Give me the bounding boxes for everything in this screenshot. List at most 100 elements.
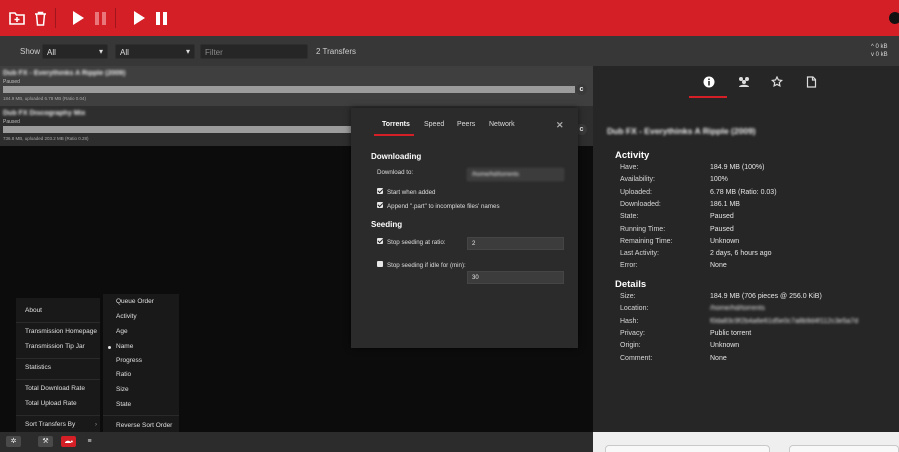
selected-radio-icon [108,346,111,349]
remove-icon[interactable] [33,9,47,27]
append-part-checkbox[interactable] [377,202,383,208]
footer-bar: ✲ ⚒ ≡ [0,432,593,452]
menu-item[interactable]: Transmission Homepage [25,328,97,335]
tracker-filter-select[interactable]: All ▾ [115,44,195,59]
tab-torrents[interactable]: Torrents [382,121,410,128]
activity-label: Have: [620,164,639,171]
torrent-progress-bar [3,86,575,93]
sort-option[interactable]: Progress [116,357,142,364]
chevron-down-icon: ▾ [185,47,190,56]
menu-separator [16,415,100,416]
torrent-title: Dub FX - Everythinks A Ripple (2009) [607,126,756,136]
toolbar [0,0,899,36]
strip-button[interactable] [789,445,899,452]
download-to-input[interactable]: /home/hd/torrents [467,168,564,181]
start-all-icon[interactable] [131,9,147,27]
sort-option[interactable]: Activity [116,313,137,320]
torrent-peer-details: 736.8 MB, uploaded 203.2 MB (Ratio 0.28) [3,136,89,141]
menu-item[interactable]: Sort Transfers By [25,421,75,428]
details-value: /home/hd/torrents [710,305,765,313]
activity-value: 6.78 MB (Ratio: 0.03) [710,188,777,196]
state-filter-select[interactable]: All ▾ [42,44,108,59]
transmission-web-window: Show All ▾ All ▾ Filter 2 Transfers ^ 0 … [0,0,899,452]
settings-icon[interactable]: ✲ [6,436,21,447]
sort-option[interactable]: Name [116,343,133,350]
sort-option[interactable]: Reverse Sort Order [116,422,172,429]
tab-network[interactable]: Network [489,121,515,128]
torrent-peer-details: 184.9 MB, uploaded 6.78 MB (Ratio 0.04) [3,96,87,101]
stop-idle-input[interactable]: 30 [467,271,564,284]
peers-icon[interactable] [734,76,754,94]
menu-item[interactable]: Total Download Rate [25,385,85,392]
stop-idle-checkbox[interactable] [377,261,383,267]
activity-label: Error: [620,262,638,270]
open-torrent-icon[interactable] [9,9,25,27]
start-when-added-checkbox[interactable] [377,188,383,194]
resume-torrent-icon[interactable]: c [576,84,587,95]
sort-option[interactable]: Ratio [116,371,131,378]
sort-option[interactable]: Age [116,328,128,335]
activity-value: 2 days, 6 hours ago [710,250,772,258]
details-label: Hash: [620,317,639,325]
files-icon[interactable] [801,76,821,94]
filter-placeholder: Filter [205,48,223,57]
close-icon[interactable]: ✕ [556,120,564,131]
state-filter-value: All [47,48,56,57]
activity-label: Uploaded: [620,188,652,196]
activity-label: State: [620,213,639,221]
menu-item[interactable]: Transmission Tip Jar [25,343,85,350]
stop-ratio-value: 2 [472,241,476,247]
menu-item[interactable]: Total Upload Rate [25,400,77,407]
sort-option[interactable]: Queue Order [116,298,154,305]
torrent-status: Paused [3,79,20,85]
menu-item[interactable]: Statistics [25,364,51,371]
stop-ratio-input[interactable]: 2 [467,237,564,250]
download-to-label: Download to: [377,169,414,176]
torrent-row[interactable]: Dub FX - Everythinks A Ripple (2009) Pau… [0,66,593,106]
stop-idle-label: Stop seeding if idle for (min): [387,262,466,269]
details-value: None [710,354,727,362]
inspector-toggle-icon[interactable] [889,12,899,24]
activity-value: 100% [710,176,728,184]
seeding-section-title: Seeding [371,220,403,229]
bottom-strip [593,432,899,452]
active-tab-indicator [374,134,414,136]
menu-item[interactable]: About [25,307,42,314]
stop-ratio-checkbox[interactable] [377,238,383,244]
downloading-section-title: Downloading [371,152,422,161]
info-icon[interactable] [699,76,719,94]
details-label: Privacy: [620,329,645,337]
sort-option[interactable]: Size [116,386,129,393]
transfers-count: 2 Transfers [316,47,357,56]
details-value: 184.9 MB (706 pieces @ 256.0 KiB) [710,293,822,300]
start-icon[interactable] [70,9,86,27]
toolbar-separator [115,8,116,28]
sort-option[interactable]: State [116,401,131,408]
filter-bar: Show All ▾ All ▾ Filter 2 Transfers ^ 0 … [0,36,899,66]
compact-view-icon[interactable]: ≡ [82,436,97,447]
speed-totals: ^ 0 kB v 0 kB [871,43,895,59]
strip-button[interactable] [605,445,770,452]
filter-input[interactable]: Filter [200,44,308,59]
turtle-icon[interactable] [61,436,76,447]
append-part-label: Append ".part" to incomplete files' name… [387,203,500,210]
activity-section-title: Activity [615,150,650,161]
details-value: Unknown [710,342,740,350]
wrench-icon[interactable]: ⚒ [38,436,53,447]
activity-value: Unknown [710,237,740,245]
trackers-icon[interactable] [767,75,787,94]
activity-value: 186.1 MB [710,200,740,208]
menu-separator [16,379,100,380]
activity-label: Remaining Time: [620,237,673,245]
tab-peers[interactable]: Peers [457,121,475,128]
tab-speed[interactable]: Speed [424,121,444,128]
pause-icon[interactable] [93,9,107,27]
chevron-down-icon: ▾ [98,47,103,56]
torrent-name: Dub FX Discography Mix [3,110,86,117]
start-when-added-label: Start when added [387,189,436,196]
details-label: Size: [620,293,636,300]
pause-all-icon[interactable] [154,9,168,27]
preferences-dialog: Torrents Speed Peers Network ✕ Downloadi… [351,108,578,348]
details-value: Public torrent [710,329,752,337]
sort-submenu: Queue Order Activity Age Name Progress Ratio S… [103,294,179,432]
